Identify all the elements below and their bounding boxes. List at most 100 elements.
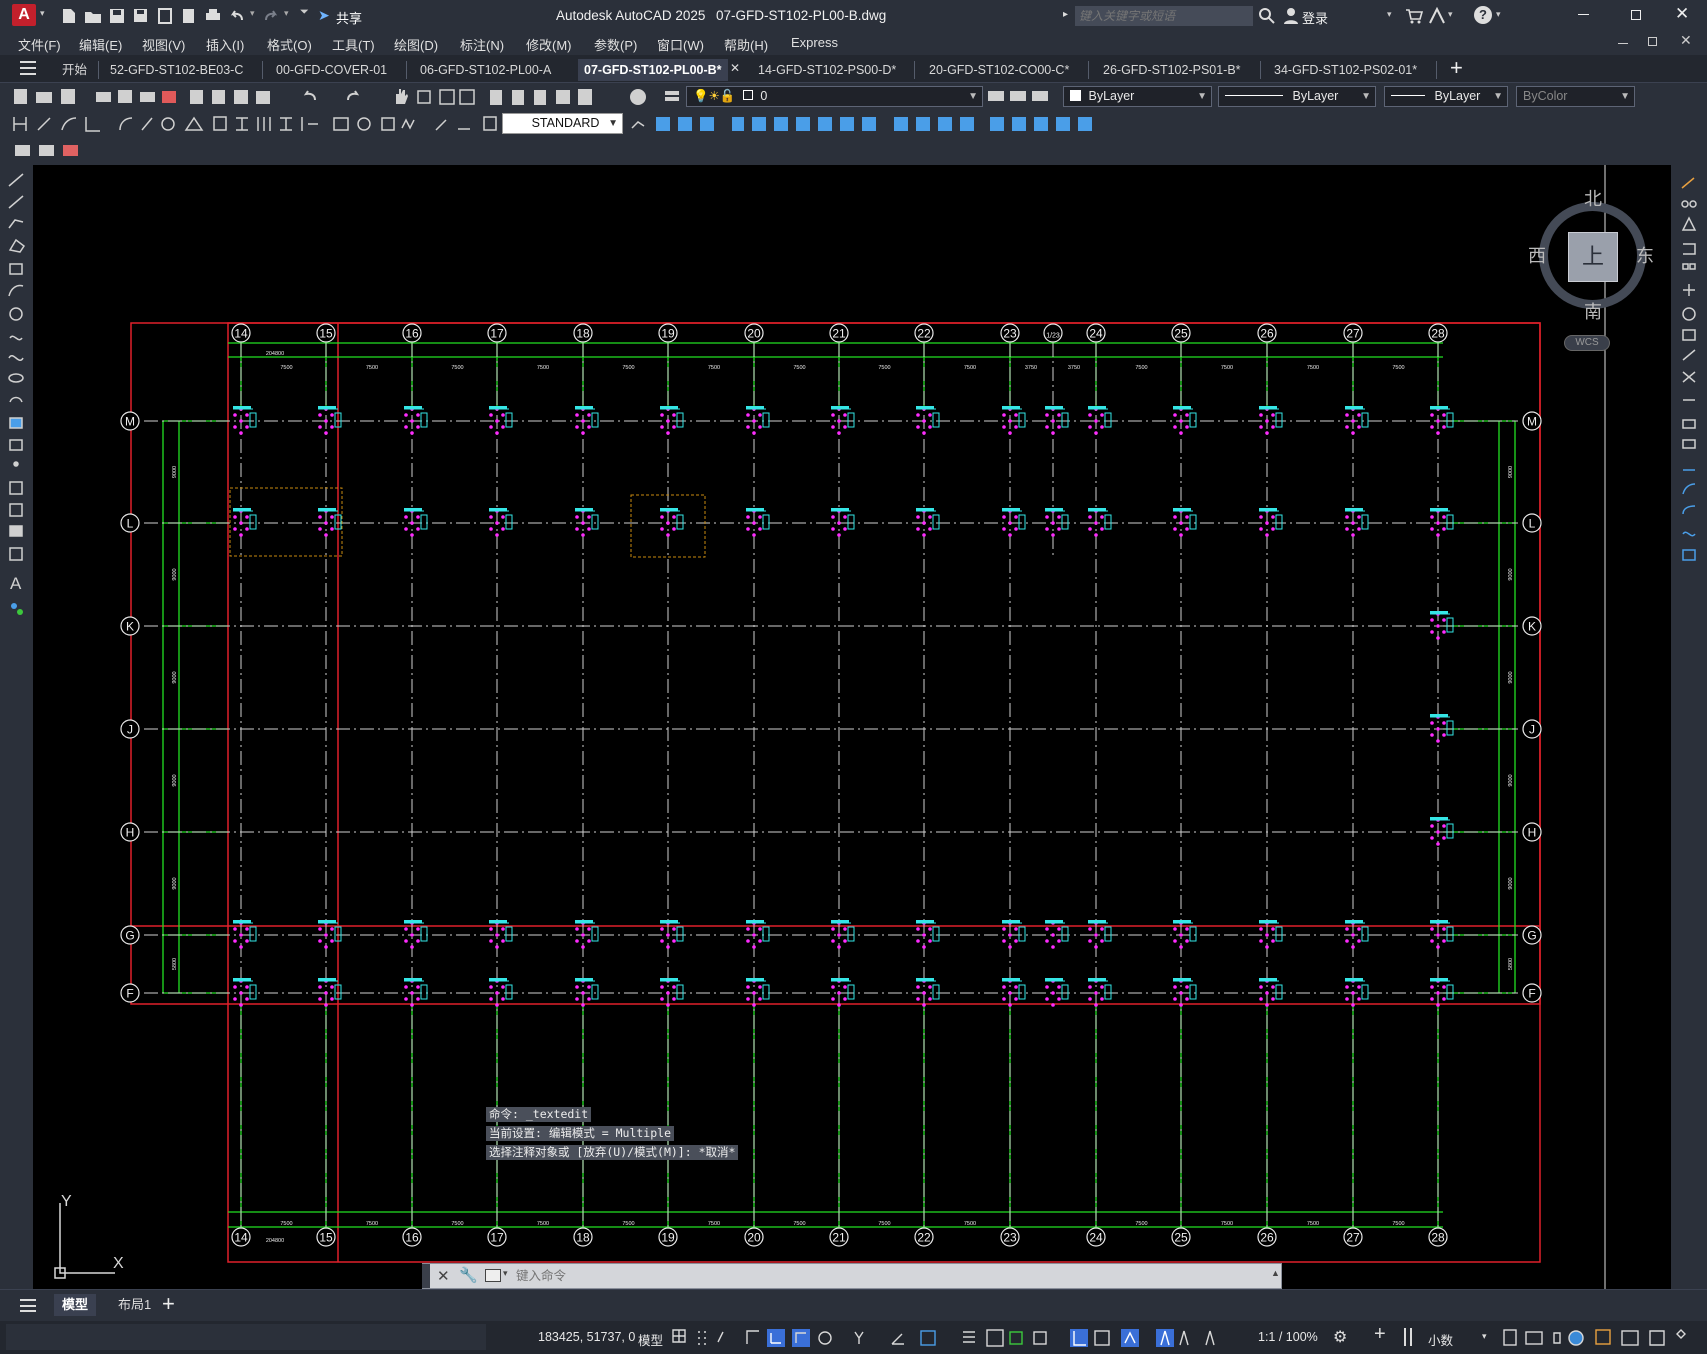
customize-qat-icon[interactable]: ⏷ bbox=[300, 6, 309, 19]
undo-dropdown-icon[interactable]: ▾ bbox=[250, 8, 255, 19]
units-dropdown[interactable]: 小数 bbox=[1428, 1330, 1453, 1349]
command-history-toggle-icon[interactable]: ▲ bbox=[1271, 1268, 1280, 1278]
linetype-dropdown[interactable]: ByLayer ▼ bbox=[1218, 86, 1376, 107]
plotstyle-dropdown[interactable]: ByColor ▼ bbox=[1516, 86, 1635, 107]
model-space-button[interactable]: 模型 bbox=[638, 1330, 663, 1349]
account-dropdown-icon[interactable]: ▾ bbox=[1448, 9, 1453, 20]
layer-dropdown[interactable]: 💡☀🔓 0 ▼ bbox=[686, 86, 983, 107]
login-dropdown-icon[interactable]: ▾ bbox=[1387, 9, 1392, 20]
wrench-icon[interactable]: 🔧 bbox=[459, 1266, 478, 1284]
menu-parametric[interactable]: 参数(P) bbox=[594, 35, 637, 54]
layer-properties-icon[interactable] bbox=[663, 87, 681, 105]
quick-select-icon[interactable] bbox=[14, 141, 32, 159]
menu-edit[interactable]: 编辑(E) bbox=[79, 35, 122, 54]
help-icon[interactable]: ? bbox=[1474, 6, 1492, 24]
tab-00-gfd-cover-01[interactable]: 00-GFD-COVER-01 bbox=[276, 59, 387, 81]
redo-dropdown-icon[interactable]: ▾ bbox=[284, 8, 289, 19]
tab-20-gfd-st102-co00-c[interactable]: 20-GFD-ST102-CO00-C* bbox=[929, 59, 1069, 81]
doc-close-icon[interactable]: ✕ bbox=[1680, 32, 1692, 49]
standard-toolbar-icons[interactable] bbox=[8, 86, 668, 108]
tab-06-gfd-st102-pl00-a[interactable]: 06-GFD-ST102-PL00-A bbox=[420, 59, 551, 81]
tab-close-icon[interactable]: ✕ bbox=[730, 61, 740, 75]
doc-minimize-icon[interactable] bbox=[1618, 43, 1628, 44]
open-file-icon[interactable] bbox=[84, 7, 102, 25]
new-tab-icon[interactable]: + bbox=[1450, 55, 1463, 81]
compass-south[interactable]: 南 bbox=[1584, 298, 1602, 324]
menu-draw[interactable]: 绘图(D) bbox=[394, 35, 438, 54]
tab-52-gfd-st102-be03-c[interactable]: 52-GFD-ST102-BE03-C bbox=[110, 59, 243, 81]
cart-icon[interactable] bbox=[1405, 7, 1424, 25]
recent-commands-icon[interactable] bbox=[485, 1269, 501, 1282]
coordinates-readout[interactable]: 183425, 51737, 0 bbox=[538, 1330, 635, 1344]
menu-format[interactable]: 格式(O) bbox=[267, 35, 312, 54]
modify-tools-icons[interactable] bbox=[628, 113, 1138, 135]
status-right-icons[interactable] bbox=[1500, 1327, 1700, 1349]
viewcube[interactable]: 上 北 南 西 东 bbox=[1528, 182, 1658, 322]
open-sheet-icon[interactable] bbox=[156, 7, 174, 25]
dimstyle-dropdown[interactable]: STANDARD ▼ bbox=[502, 113, 623, 134]
compass-east[interactable]: 东 bbox=[1636, 242, 1654, 268]
search-icon[interactable] bbox=[1258, 7, 1276, 25]
publish-icon[interactable] bbox=[180, 7, 198, 25]
tab-34-gfd-st102-ps02-01[interactable]: 34-GFD-ST102-PS02-01* bbox=[1274, 59, 1417, 81]
drafting-aids-icons[interactable] bbox=[670, 1327, 1230, 1349]
gear-icon[interactable]: ⚙ bbox=[1333, 1327, 1347, 1347]
color-dropdown[interactable]: ByLayer ▼ bbox=[1063, 86, 1212, 107]
plot-icon[interactable] bbox=[204, 7, 222, 25]
add-layout-icon[interactable]: + bbox=[162, 1291, 175, 1317]
command-line-grip[interactable] bbox=[422, 1264, 430, 1288]
maximize-icon[interactable] bbox=[1631, 10, 1641, 20]
menu-express[interactable]: Express bbox=[791, 35, 838, 50]
units-dropdown-icon[interactable]: ▾ bbox=[1482, 1331, 1487, 1342]
layer-state-icon[interactable] bbox=[62, 141, 80, 159]
menu-dimension[interactable]: 标注(N) bbox=[460, 35, 504, 54]
menu-view[interactable]: 视图(V) bbox=[142, 35, 185, 54]
tab-model[interactable]: 模型 bbox=[54, 1294, 97, 1316]
search-expand-icon[interactable]: ▸ bbox=[1063, 9, 1068, 20]
menu-help[interactable]: 帮助(H) bbox=[724, 35, 768, 54]
command-close-icon[interactable]: ✕ bbox=[437, 1267, 450, 1285]
save-icon[interactable] bbox=[108, 7, 126, 25]
plus-icon[interactable]: + bbox=[1374, 1323, 1386, 1346]
tab-14-gfd-st102-ps00-d[interactable]: 14-GFD-ST102-PS00-D* bbox=[758, 59, 896, 81]
tab-start[interactable]: 开始 bbox=[62, 59, 87, 81]
annotation-scale[interactable]: 1:1 / 100% bbox=[1258, 1330, 1318, 1344]
user-icon[interactable] bbox=[1282, 7, 1300, 25]
layout-menu-icon[interactable] bbox=[20, 1299, 36, 1312]
help-dropdown-icon[interactable]: ▾ bbox=[1496, 9, 1501, 20]
doc-restore-icon[interactable] bbox=[1648, 37, 1657, 46]
minimize-icon[interactable] bbox=[1578, 14, 1589, 15]
compass-west[interactable]: 西 bbox=[1528, 242, 1546, 268]
close-window-icon[interactable]: ✕ bbox=[1675, 4, 1689, 24]
share-icon[interactable]: ➤ bbox=[318, 7, 330, 24]
tab-26-gfd-st102-ps01-b[interactable]: 26-GFD-ST102-PS01-B* bbox=[1103, 59, 1241, 81]
share-button[interactable]: 共享 bbox=[336, 8, 362, 27]
app-menu-arrow-icon[interactable]: ▾ bbox=[40, 8, 45, 19]
menu-modify[interactable]: 修改(M) bbox=[526, 35, 572, 54]
menu-file[interactable]: 文件(F) bbox=[18, 35, 61, 54]
recent-commands-dropdown-icon[interactable]: ▾ bbox=[503, 1268, 508, 1279]
draw-tools-icons[interactable]: A bbox=[6, 166, 28, 626]
redo-icon[interactable] bbox=[262, 7, 280, 25]
help-search-input[interactable] bbox=[1075, 6, 1253, 26]
match-properties-icon[interactable] bbox=[38, 141, 56, 159]
undo-icon[interactable] bbox=[228, 7, 246, 25]
compass-north[interactable]: 北 bbox=[1584, 185, 1602, 211]
cad-drawing[interactable]: 14 14 15 15 16 16 17 17 18 18 19 19 20 20 21 21 22 22 23 23… bbox=[33, 165, 1671, 1289]
modify-side-icons[interactable] bbox=[1679, 174, 1701, 574]
wcs-menu[interactable]: WCS bbox=[1564, 335, 1610, 351]
hamburger-menu-icon[interactable] bbox=[20, 61, 36, 75]
dimension-tools-icons[interactable] bbox=[8, 113, 498, 135]
login-button[interactable]: 登录 bbox=[1302, 8, 1328, 27]
autocad-logo[interactable]: A bbox=[12, 4, 36, 26]
drawing-canvas[interactable]: 14 14 15 15 16 16 17 17 18 18 19 19 20 20 21 21 22 22 23 23… bbox=[33, 165, 1671, 1289]
layer-tools-icons[interactable] bbox=[988, 86, 1058, 108]
tab-07-gfd-st102-pl00-b[interactable]: 07-GFD-ST102-PL00-B* bbox=[578, 59, 728, 81]
menu-window[interactable]: 窗口(W) bbox=[657, 35, 704, 54]
save-as-icon[interactable] bbox=[132, 7, 150, 25]
command-input[interactable] bbox=[516, 1267, 1256, 1285]
viewcube-top-face[interactable]: 上 bbox=[1568, 232, 1618, 282]
tab-layout1[interactable]: 布局1 bbox=[110, 1294, 159, 1316]
menu-insert[interactable]: 插入(I) bbox=[206, 35, 244, 54]
lineweight-dropdown[interactable]: ByLayer ▼ bbox=[1384, 86, 1508, 107]
